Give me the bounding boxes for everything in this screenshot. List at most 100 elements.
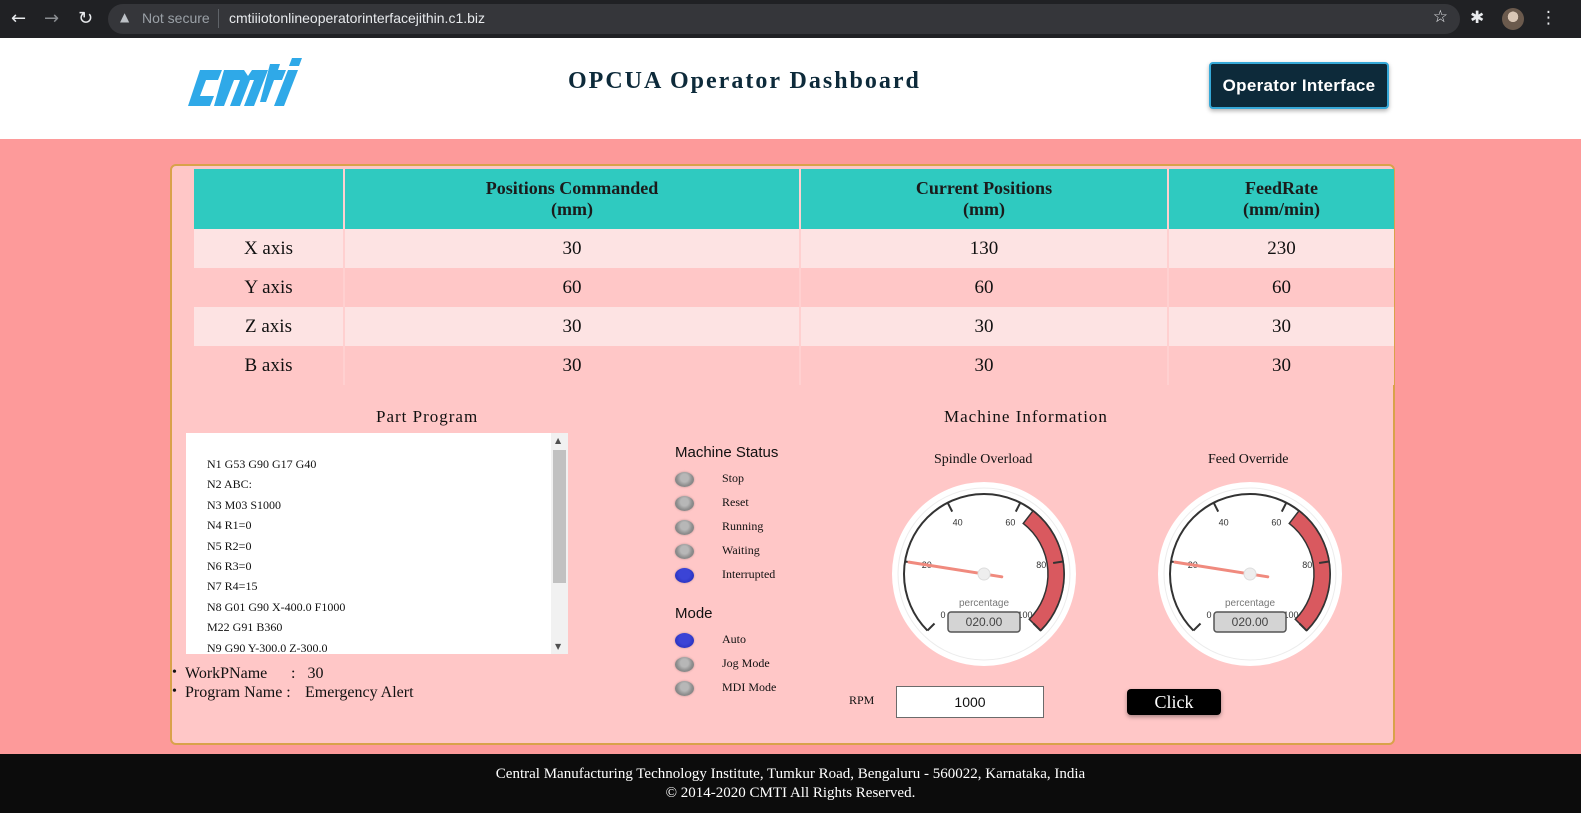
table-row: Y axis 60 60 60 bbox=[194, 268, 1394, 307]
program-line: N8 G01 G90 X-400.0 F1000 bbox=[207, 599, 346, 614]
status-led-interrupted bbox=[675, 568, 694, 583]
scrollbar-thumb[interactable] bbox=[553, 450, 566, 583]
part-program-lines: N1 G53 G90 G17 G40 N2 ABC: N3 M03 S1000 … bbox=[207, 454, 345, 654]
gauge-value-text: 020.00 bbox=[1232, 615, 1269, 629]
site-header: OPCUA Operator Dashboard Operator Interf… bbox=[0, 38, 1581, 139]
axis-cell: B axis bbox=[194, 346, 345, 385]
status-led-running bbox=[675, 520, 694, 535]
gauge-hub bbox=[1243, 567, 1257, 581]
mode-led-mdi bbox=[675, 681, 694, 696]
cmti-logo bbox=[188, 58, 302, 106]
warning-icon: ▲ bbox=[120, 10, 130, 24]
address-separator bbox=[218, 9, 219, 28]
url-text[interactable]: cmtiiiotonlineoperatorinterfacejithin.c1… bbox=[229, 10, 485, 26]
footer-address: Central Manufacturing Technology Institu… bbox=[495, 766, 1086, 782]
gauge-hub bbox=[977, 567, 991, 581]
feedrate-cell: 230 bbox=[1168, 229, 1394, 268]
status-led-stop bbox=[675, 472, 694, 487]
status-label-stop: Stop bbox=[722, 471, 745, 485]
browser-toolbar: ← → ↻ ▲ Not secure cmtiiiotonlineoperato… bbox=[0, 0, 1581, 38]
table-row: B axis 30 30 30 bbox=[194, 346, 1394, 385]
work-pname-sep: : bbox=[291, 665, 296, 682]
header-cell-feedrate: FeedRate (mm/min) bbox=[1168, 169, 1394, 229]
feedrate-cell: 30 bbox=[1168, 346, 1394, 385]
star-icon[interactable]: ☆ bbox=[1433, 7, 1448, 27]
header-cell-current: Current Positions (mm) bbox=[800, 169, 1169, 229]
gauge-tick-label: 40 bbox=[1219, 517, 1229, 527]
operator-interface-button[interactable]: Operator Interface bbox=[1209, 62, 1389, 109]
feedrate-cell: 60 bbox=[1168, 268, 1394, 307]
rpm-label: RPM bbox=[849, 693, 875, 707]
work-pname-label: WorkPName bbox=[185, 665, 268, 682]
status-led-reset bbox=[675, 496, 694, 511]
extensions-icon[interactable]: ✱ bbox=[1470, 8, 1484, 28]
work-pname-item: WorkPName: 30 bbox=[172, 665, 414, 684]
table-header-row: Positions Commanded (mm) Current Position… bbox=[194, 169, 1394, 229]
header-cell-axis bbox=[194, 169, 345, 229]
table-row: X axis 30 130 230 bbox=[194, 229, 1394, 268]
feed-override-gauge: 020406080100percentage020.00 bbox=[1158, 482, 1342, 666]
gauge-tick-label: 60 bbox=[1005, 517, 1015, 527]
machine-information-title: Machine Information bbox=[944, 407, 1108, 426]
reload-icon[interactable]: ↻ bbox=[78, 9, 93, 29]
menu-icon[interactable]: ⋮ bbox=[1540, 8, 1557, 28]
gauge-value-text: 020.00 bbox=[966, 615, 1003, 629]
current-cell: 30 bbox=[800, 346, 1169, 385]
program-line: N2 ABC: bbox=[207, 477, 253, 492]
gauge-tick-label: 0 bbox=[1206, 610, 1211, 620]
profile-avatar[interactable] bbox=[1502, 8, 1524, 30]
program-name-label: Program Name : bbox=[185, 684, 291, 701]
header-cell-commanded: Positions Commanded (mm) bbox=[344, 169, 801, 229]
gauge-tick-label: 60 bbox=[1271, 517, 1281, 527]
work-pname-value: 30 bbox=[307, 665, 324, 682]
commanded-cell: 30 bbox=[344, 346, 801, 385]
dashboard-panel: Positions Commanded (mm) Current Position… bbox=[170, 164, 1395, 745]
program-line: N1 G53 G90 G17 G40 bbox=[207, 457, 317, 471]
commanded-cell: 30 bbox=[344, 307, 801, 346]
rpm-input[interactable] bbox=[896, 686, 1044, 718]
axis-cell: Y axis bbox=[194, 268, 345, 307]
security-label: Not secure bbox=[142, 10, 210, 26]
status-label-waiting: Waiting bbox=[722, 543, 760, 557]
machine-status-title: Machine Status bbox=[675, 444, 779, 461]
mode-led-jog bbox=[675, 657, 694, 672]
gauge-tick-label: 0 bbox=[940, 610, 945, 620]
footer-copyright: © 2014-2020 CMTI All Rights Reserved. bbox=[665, 785, 916, 801]
mode-label-auto: Auto bbox=[722, 632, 746, 646]
site-footer: Central Manufacturing Technology Institu… bbox=[0, 754, 1581, 813]
part-program-title: Part Program bbox=[376, 407, 479, 426]
axis-cell: Z axis bbox=[194, 307, 345, 346]
address-bar[interactable]: ▲ Not secure cmtiiiotonlineoperatorinter… bbox=[108, 4, 1460, 34]
status-label-running: Running bbox=[722, 519, 764, 533]
scroll-up-icon[interactable]: ▲ bbox=[555, 436, 561, 445]
mode-label-jog: Jog Mode bbox=[722, 656, 770, 670]
back-icon[interactable]: ← bbox=[11, 9, 26, 29]
forward-icon[interactable]: → bbox=[44, 9, 59, 29]
gauge-unit-label: percentage bbox=[1225, 598, 1275, 609]
current-cell: 60 bbox=[800, 268, 1169, 307]
feed-override-title: Feed Override bbox=[1208, 452, 1289, 467]
axis-cell: X axis bbox=[194, 229, 345, 268]
table-row: Z axis 30 30 30 bbox=[194, 307, 1394, 346]
page-title: OPCUA Operator Dashboard bbox=[568, 68, 921, 94]
status-label-interrupted: Interrupted bbox=[722, 567, 776, 581]
spindle-overload-title: Spindle Overload bbox=[934, 452, 1033, 467]
mode-title: Mode bbox=[675, 605, 713, 622]
current-cell: 130 bbox=[800, 229, 1169, 268]
status-label-reset: Reset bbox=[722, 495, 749, 509]
program-line: N9 G90 Y-300.0 Z-300.0 bbox=[207, 640, 328, 654]
program-line: N4 R1=0 bbox=[207, 518, 252, 533]
gauge-unit-label: percentage bbox=[959, 598, 1009, 609]
scroll-down-icon[interactable]: ▼ bbox=[555, 642, 561, 651]
commanded-cell: 30 bbox=[344, 229, 801, 268]
program-name-item: Program Name : Emergency Alert bbox=[172, 684, 414, 703]
gauge-tick-label: 80 bbox=[1036, 560, 1046, 570]
feedrate-cell: 30 bbox=[1168, 307, 1394, 346]
program-line: N6 R3=0 bbox=[207, 559, 252, 574]
part-program-textarea[interactable]: N1 G53 G90 G17 G40 N2 ABC: N3 M03 S1000 … bbox=[186, 433, 568, 654]
gauge-tick-label: 40 bbox=[953, 517, 963, 527]
click-button[interactable]: Click bbox=[1127, 689, 1221, 715]
scrollbar[interactable]: ▲ ▼ bbox=[551, 433, 568, 654]
status-led-waiting bbox=[675, 544, 694, 559]
axes-table: Positions Commanded (mm) Current Position… bbox=[194, 169, 1394, 385]
